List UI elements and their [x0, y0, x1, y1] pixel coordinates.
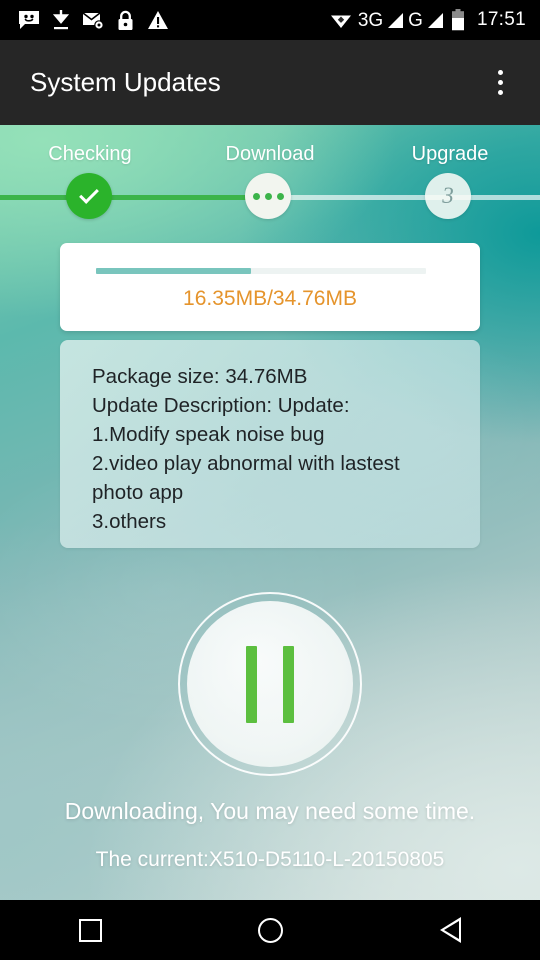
- message-smiley-icon: [19, 11, 39, 29]
- recents-button[interactable]: [45, 900, 135, 960]
- app-bar: System Updates: [0, 40, 540, 125]
- page-title: System Updates: [30, 67, 221, 97]
- stepper-labels: Checking Download Upgrade: [0, 143, 540, 173]
- step-node-checking[interactable]: [66, 173, 112, 219]
- overflow-menu-icon[interactable]: [488, 68, 512, 98]
- desc-line-item-2: 2.video play abnormal with lastest: [92, 452, 400, 475]
- step-node-upgrade[interactable]: 3: [425, 173, 471, 219]
- download-icon: [53, 10, 69, 30]
- signal-bars-icon-2: [427, 12, 443, 28]
- step-label-download: Download: [225, 143, 315, 165]
- pause-bar-left: [246, 645, 257, 723]
- download-status-message: Downloading, You may need some time.: [64, 798, 476, 824]
- pause-download-button[interactable]: [178, 592, 362, 776]
- check-icon: [79, 184, 99, 204]
- network-type-1: 3G: [357, 9, 384, 31]
- current-version-label: The current:X510-D5110-L-20150805: [95, 848, 445, 871]
- step-label-upgrade: Upgrade: [411, 143, 489, 165]
- recents-square-icon: [78, 918, 102, 942]
- step-label-checking: Checking: [48, 143, 132, 165]
- back-button[interactable]: [405, 900, 495, 960]
- step-number: 3: [442, 183, 454, 208]
- phone-screen: 3G G 17:51 System Updates Checking Downl…: [0, 0, 540, 960]
- update-stepper: Checking Download Upgrade 3: [0, 125, 540, 235]
- back-triangle-icon: [439, 917, 461, 943]
- progress-bar-fill: [96, 268, 252, 274]
- home-circle-icon: [257, 917, 283, 943]
- overflow-dot: [497, 70, 503, 75]
- clock: 17:51: [476, 9, 526, 30]
- pause-icon: [187, 601, 353, 767]
- progress-bar-track: [96, 268, 426, 274]
- stepper-rail-completed: [0, 195, 270, 200]
- update-description-card: Package size: 34.76MB Update Description…: [60, 340, 480, 548]
- status-bar-left-icons: [10, 10, 329, 31]
- status-bar: 3G G 17:51: [0, 0, 540, 40]
- desc-line-item-2-wrap: photo app: [92, 481, 184, 504]
- pause-bar-right: [283, 645, 294, 723]
- status-bar-right-icons: 3G G 17:51: [329, 9, 530, 31]
- dots-icon-dot: [252, 192, 260, 200]
- stepper-rail-remaining: [268, 195, 540, 200]
- email-settings-icon: [82, 12, 104, 29]
- download-progress-card: 16.35MB/34.76MB: [60, 243, 480, 331]
- signal-bars-icon-1: [388, 12, 404, 28]
- desc-line-item-3: 3.others: [92, 510, 167, 533]
- home-button[interactable]: [225, 900, 315, 960]
- dots-icon-dot: [276, 192, 284, 200]
- desc-line-update-description: Update Description: Update:: [92, 394, 350, 417]
- desc-line-item-1: 1.Modify speak noise bug: [92, 423, 325, 446]
- system-navigation-bar: [0, 900, 540, 960]
- progress-text: 16.35MB/34.76MB: [183, 287, 357, 310]
- wifi-diamond-icon: [330, 15, 351, 28]
- dots-icon-dot: [264, 192, 272, 200]
- network-type-2: G: [408, 9, 423, 31]
- warning-icon: [148, 11, 168, 29]
- desc-line-package-size: Package size: 34.76MB: [92, 365, 308, 388]
- overflow-dot: [497, 80, 503, 85]
- lock-icon: [118, 10, 133, 30]
- step-node-download[interactable]: [245, 173, 291, 219]
- overflow-dot: [497, 90, 503, 95]
- battery-icon: [451, 9, 464, 31]
